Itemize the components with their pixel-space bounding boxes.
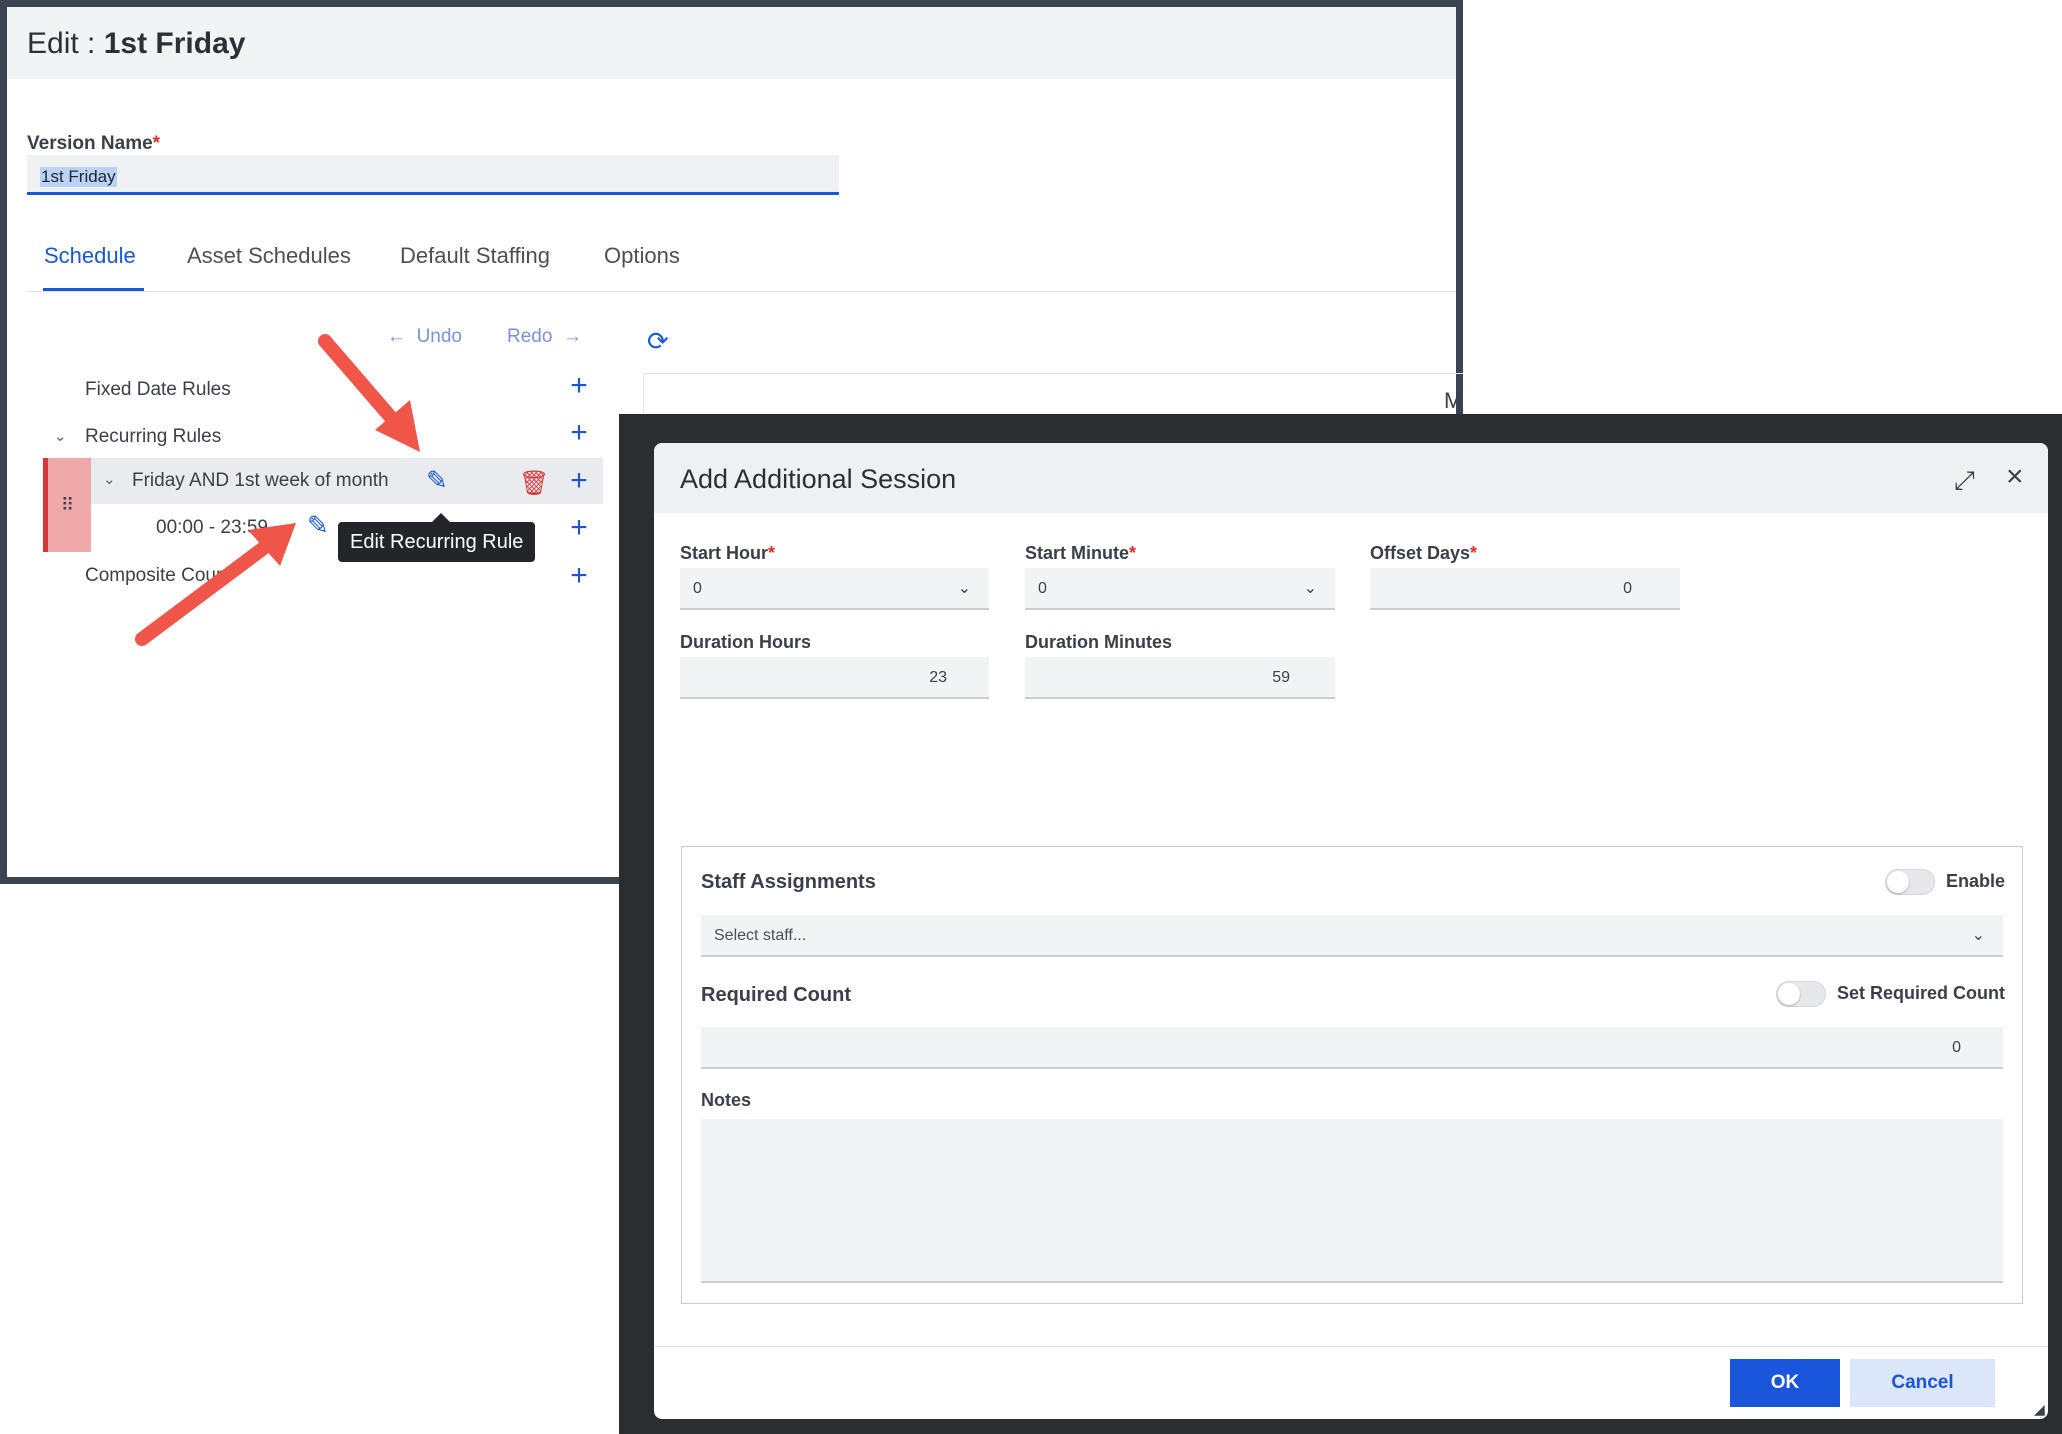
chevron-down-icon: ⌄ (1303, 580, 1317, 597)
duration-minutes-input[interactable]: 59 (1025, 657, 1335, 699)
start-hour-label-text: Start Hour (680, 543, 769, 563)
start-hour-label: Start Hour* (680, 543, 775, 564)
arrow-annotation-2 (135, 523, 296, 646)
required-mark: * (1470, 543, 1478, 563)
required-count-value: 0 (1952, 1039, 1961, 1056)
start-hour-value: 0 (693, 580, 702, 597)
calendar-panel (643, 373, 1463, 417)
notes-textarea[interactable] (701, 1119, 2003, 1283)
add-session-dialog: Add Additional Session ⤢ × Start Hour* 0… (654, 443, 2048, 1419)
offset-days-input[interactable]: 0 (1370, 568, 1680, 610)
cancel-button[interactable]: Cancel (1850, 1359, 1995, 1407)
start-hour-select[interactable]: 0 ⌄ (680, 568, 989, 610)
enable-label: Enable (1946, 871, 2006, 891)
notes-label: Notes (701, 1090, 752, 1110)
duration-hours-value: 23 (929, 669, 947, 686)
set-required-count-toggle[interactable] (1776, 981, 1826, 1007)
staff-assignments-label: Staff Assignments (701, 871, 876, 893)
select-staff-placeholder: Select staff... (714, 927, 807, 944)
chevron-down-icon: ⌄ (1971, 927, 1985, 944)
duration-hours-label: Duration Hours (680, 632, 812, 652)
enable-toggle[interactable] (1885, 869, 1935, 895)
dialog-title: Add Additional Session (680, 464, 957, 494)
expand-icon[interactable]: ⤢ (1954, 465, 1975, 497)
duration-hours-input[interactable]: 23 (680, 657, 989, 699)
duration-minutes-label: Duration Minutes (1025, 632, 1172, 652)
required-count-input[interactable]: 0 (701, 1027, 2003, 1069)
offset-days-label-text: Offset Days (1370, 543, 1471, 563)
offset-days-label: Offset Days* (1370, 543, 1477, 564)
required-mark: * (768, 543, 776, 563)
offset-days-value: 0 (1623, 580, 1632, 597)
arrow-annotation-1 (318, 334, 420, 452)
start-minute-value: 0 (1038, 580, 1047, 597)
calendar-panel-text: M (1444, 388, 1463, 413)
required-count-label: Required Count (701, 984, 851, 1006)
select-staff-dropdown[interactable]: Select staff... ⌄ (701, 915, 2003, 957)
required-mark: * (1129, 543, 1137, 563)
duration-minutes-value: 59 (1272, 669, 1290, 686)
start-minute-select[interactable]: 0 ⌄ (1025, 568, 1335, 610)
start-minute-label-text: Start Minute (1025, 543, 1130, 563)
chevron-down-icon: ⌄ (957, 580, 971, 597)
dialog-header: Add Additional Session ⤢ × (654, 443, 2048, 513)
close-icon[interactable]: × (2006, 460, 2024, 494)
resize-handle-icon[interactable]: ◢ (2034, 1401, 2045, 1418)
set-required-count-label: Set Required Count (1837, 983, 2006, 1003)
dialog-footer-divider (654, 1346, 2048, 1347)
staff-assignments-section: Staff Assignments Enable Select staff...… (681, 846, 2023, 1304)
start-minute-label: Start Minute* (1025, 543, 1136, 564)
annotation-arrows (135, 334, 420, 646)
ok-button[interactable]: OK (1730, 1359, 1840, 1407)
